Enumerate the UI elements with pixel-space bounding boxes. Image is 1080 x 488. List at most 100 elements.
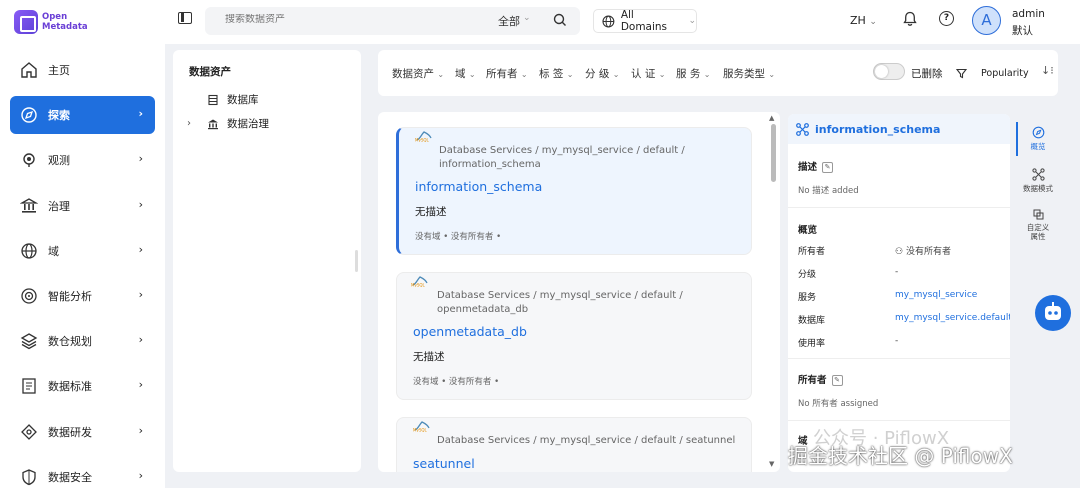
tab-custom-properties[interactable]: 自定义属性 [1016,208,1060,241]
globe-icon [20,242,38,260]
filter-dropdown-0[interactable]: 数据资产 ⌄ [392,66,444,81]
search-icon[interactable] [553,13,567,27]
sidebar-item-6[interactable]: 数仓规划 › [10,322,155,360]
chevron-down-icon: ⌄ [566,70,574,79]
tree-item-database[interactable]: 数据库 [207,92,259,107]
filter-label: 域 [455,68,466,80]
sidebar-item-label: 域 [48,244,59,258]
owners-label: 所有者 [798,375,827,386]
result-breadcrumb-tail[interactable]: openmetadata_db [437,303,528,317]
chevron-right-icon[interactable]: › [187,118,199,129]
tab-overview[interactable]: 概览 [1016,126,1060,152]
result-title-link[interactable]: openmetadata_db [413,324,527,339]
result-card[interactable]: MySQL Database Services / my_mysql_servic… [396,272,752,400]
sidebar-item-9[interactable]: 数据安全 › [10,458,155,488]
layers-icon [20,332,38,350]
chevron-down-icon: ⌄ [768,70,776,79]
divider [788,207,1010,208]
result-card[interactable]: MySQL Database Services / my_mysql_servic… [396,417,752,472]
sort-select[interactable]: Popularity [981,68,1029,79]
sidebar-item-label: 数据标准 [48,380,92,394]
filter-dropdown-5[interactable]: 认 证 ⌄ [631,66,665,81]
sidebar-item-2[interactable]: 观测 › [10,141,155,179]
tree-item-governance[interactable]: › 数据治理 [187,116,269,131]
svg-text:MySQL: MySQL [411,283,426,288]
scroll-down-arrow[interactable]: ▼ [769,460,774,468]
help-icon[interactable]: ? [939,11,954,26]
sidebar-item-8[interactable]: 数据研发 › [10,413,155,451]
result-title-link[interactable]: information_schema [415,179,542,194]
analytics-icon [20,287,38,305]
result-title-link[interactable]: seatunnel [413,456,475,471]
filter-dropdown-7[interactable]: 服务类型 ⌄ [723,66,775,81]
svg-text:MySQL: MySQL [415,138,430,143]
filter-dropdown-4[interactable]: 分 级 ⌄ [585,66,619,81]
sort-order-icon[interactable]: ↓⁝ [1041,64,1054,77]
details-header: information_schema [788,114,1010,144]
filter-dropdown-3[interactable]: 标 签 ⌄ [539,66,573,81]
domain-selector[interactable]: All Domains ⌄ [593,9,697,33]
chevron-down-icon: ⌄ [468,70,476,79]
user-avatar[interactable]: A [972,6,1001,35]
description-value: No 描述 added [798,186,859,196]
overview-row-label: 分级 [798,270,817,280]
brand-line2: Metadata [42,22,88,32]
sidebar-item-0[interactable]: 主页 [10,51,155,89]
panel-toggle-icon[interactable] [178,12,192,24]
sidebar-item-4[interactable]: 域 › [10,232,155,270]
search-scope-select[interactable]: 全部 [498,13,520,29]
chevron-right-icon: › [138,333,143,347]
search-results-list: MySQL Database Services / my_mysql_servic… [378,112,780,472]
sidebar-item-5[interactable]: 智能分析 › [10,277,155,315]
schema-icon [1031,168,1045,181]
overview-heading: 概览 [798,225,818,236]
owners-heading: 所有者 ✎ [798,372,843,386]
overview-row-value[interactable]: my_mysql_service.default [895,313,1010,323]
result-description: 无描述 [413,351,445,363]
results-scrollbar[interactable] [771,124,776,182]
details-title[interactable]: information_schema [815,123,940,136]
result-breadcrumb[interactable]: Database Services / my_mysql_service / d… [437,434,735,448]
ai-assistant-button[interactable] [1035,295,1071,331]
sidebar-item-3[interactable]: 治理 › [10,187,155,225]
panel-resize-handle[interactable] [355,250,358,272]
user-name[interactable]: admin [1012,8,1045,20]
chevron-right-icon: › [138,378,143,392]
edit-description-icon[interactable]: ✎ [822,162,834,173]
sidebar-item-label: 数据研发 [48,425,92,439]
result-breadcrumb-tail[interactable]: information_schema [439,158,541,172]
search-input[interactable] [225,14,425,25]
filter-dropdown-1[interactable]: 域 ⌄ [455,66,476,81]
brand-logo[interactable]: Open Metadata [14,8,104,36]
watermark-line2: 掘金技术社区 @ PiflowX [788,444,1013,468]
edit-owners-icon[interactable]: ✎ [831,375,843,386]
filter-label: 标 签 [539,68,564,80]
result-breadcrumb[interactable]: Database Services / my_mysql_service / d… [437,289,683,303]
chevron-down-icon: ⌄ [612,70,620,79]
filter-label: 数据资产 [392,68,434,80]
sidebar-item-7[interactable]: 数据标准 › [10,367,155,405]
overview-row-value[interactable]: my_mysql_service [895,290,977,300]
bell-icon[interactable] [903,11,917,27]
sidebar-item-label: 智能分析 [48,290,92,303]
sidebar-item-1[interactable]: 探索 › [10,96,155,135]
standard-icon [20,377,38,395]
chevron-down-icon: ⌄ [658,70,666,79]
filter-dropdown-6[interactable]: 服 务 ⌄ [676,66,710,81]
filter-icon[interactable] [956,68,967,79]
overview-row-label: 数据库 [798,316,826,326]
divider [788,358,1010,359]
chevron-down-icon: ⌄ [520,70,528,79]
tab-schema[interactable]: 数据模式 [1016,168,1060,194]
tab-label: 概览 [1030,142,1046,151]
chevron-down-icon[interactable]: ⌄ [523,13,531,23]
result-breadcrumb[interactable]: Database Services / my_mysql_service / d… [439,144,685,158]
result-card[interactable]: MySQL Database Services / my_mysql_servic… [396,127,752,255]
language-selector[interactable]: ZH ⌄ [850,14,877,27]
filter-dropdown-2[interactable]: 所有者 ⌄ [486,66,528,81]
bank-icon [20,197,38,215]
deleted-toggle[interactable] [873,63,905,80]
bank-icon [208,119,218,129]
chevron-down-icon: ⌄ [869,17,877,27]
scroll-up-arrow[interactable]: ▲ [769,114,774,122]
